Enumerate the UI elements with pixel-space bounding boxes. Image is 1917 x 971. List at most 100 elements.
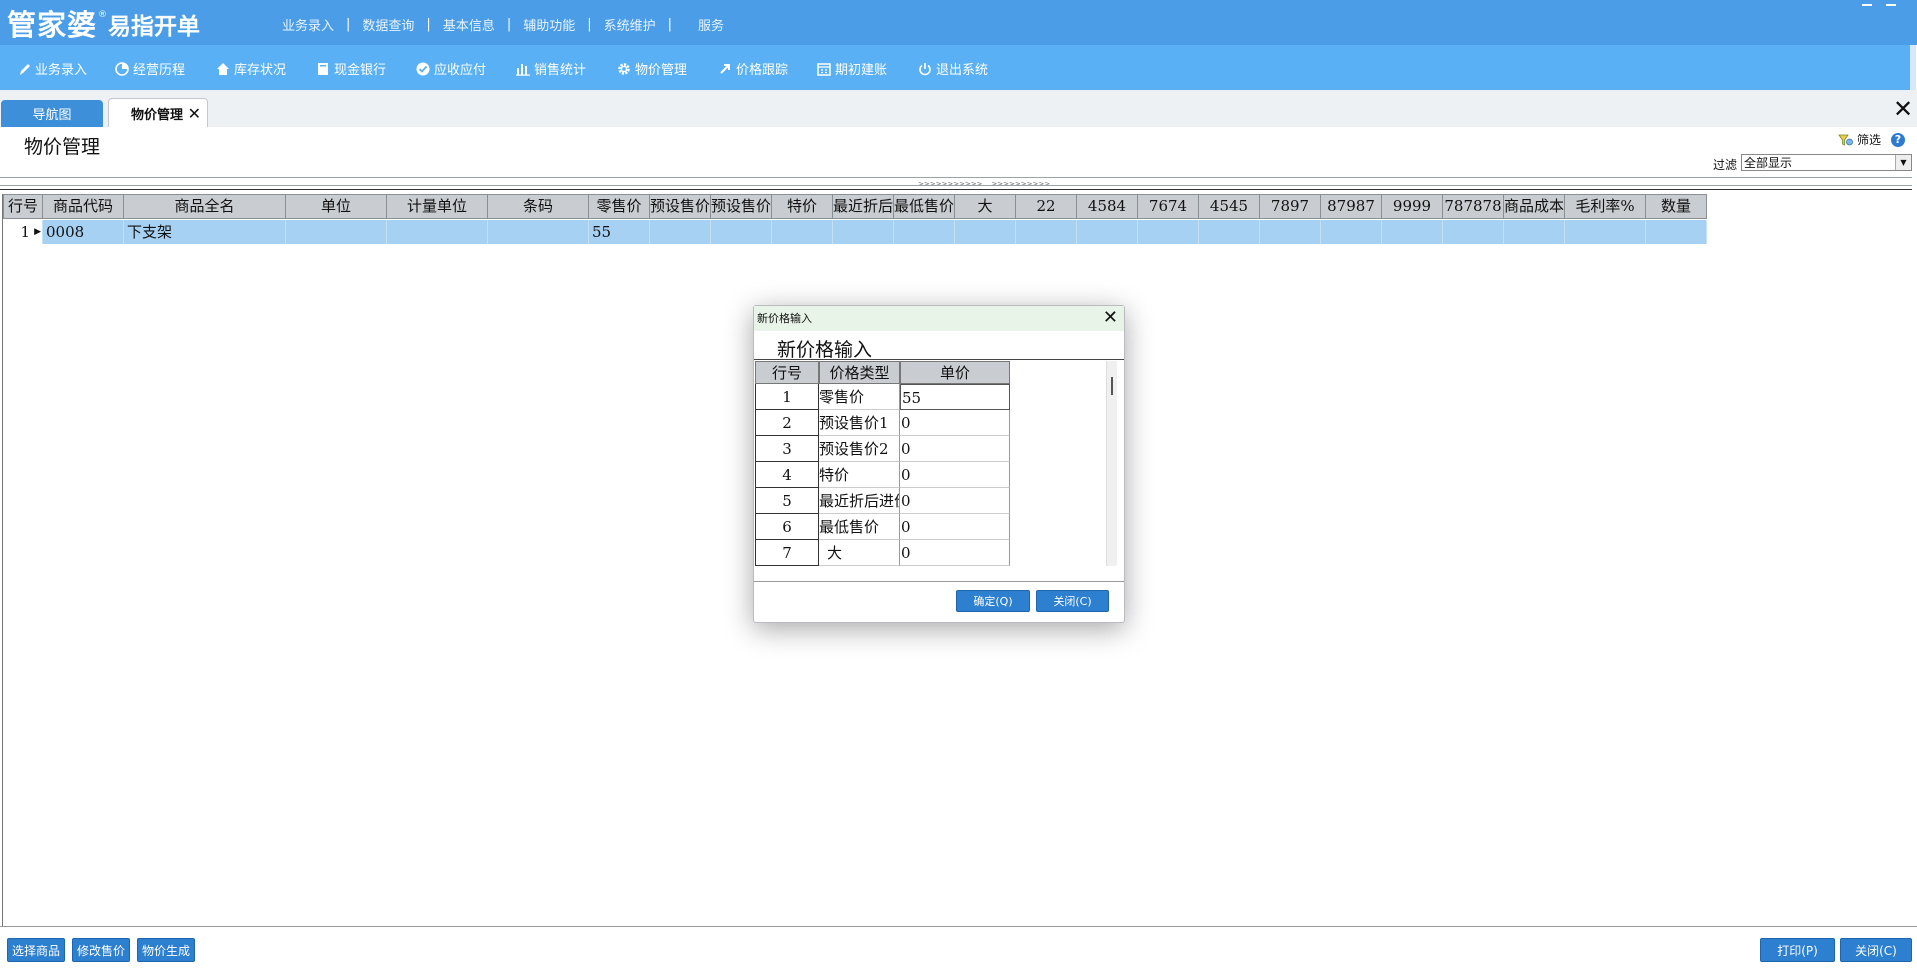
- price-cell: 3: [755, 436, 819, 462]
- close-button[interactable]: 关闭(C): [1840, 938, 1912, 962]
- table-cell[interactable]: [1382, 220, 1443, 244]
- column-header[interactable]: 大: [955, 194, 1016, 219]
- table-cell[interactable]: [650, 220, 711, 244]
- tab-close-icon[interactable]: ✕: [188, 104, 201, 123]
- menu-aux-functions[interactable]: 辅助功能: [511, 15, 587, 34]
- column-header[interactable]: 价格类型: [819, 361, 900, 384]
- chevron-down-icon[interactable]: ▼: [1895, 155, 1911, 170]
- toolbar-receivable-payable[interactable]: 应收应付: [416, 59, 486, 78]
- column-header[interactable]: 行号: [3, 194, 43, 219]
- menu-data-query[interactable]: 数据查询: [350, 15, 426, 34]
- tab-price-management[interactable]: 物价管理 ✕: [108, 98, 208, 127]
- menu-system-maintenance[interactable]: 系统维护: [592, 15, 668, 34]
- column-header[interactable]: 特价: [772, 194, 833, 219]
- maximize-button[interactable]: [1886, 0, 1896, 6]
- table-cell[interactable]: [1138, 220, 1199, 244]
- column-header[interactable]: 预设售价2: [711, 194, 772, 219]
- generate-price-button[interactable]: 物价生成: [137, 938, 195, 962]
- dialog-scrollbar[interactable]: [1106, 361, 1117, 566]
- close-window-icon[interactable]: ✕: [1893, 97, 1913, 121]
- toolbar-cash-bank[interactable]: 现金银行: [316, 59, 386, 78]
- toolbar-inventory-status[interactable]: 库存状况: [216, 59, 286, 78]
- table-cell[interactable]: [1321, 220, 1382, 244]
- table-cell[interactable]: [1443, 220, 1504, 244]
- column-header[interactable]: 行号: [755, 361, 819, 384]
- table-cell[interactable]: [1260, 220, 1321, 244]
- column-header[interactable]: 单位: [286, 194, 387, 219]
- column-header[interactable]: 毛利率%: [1565, 194, 1646, 219]
- table-cell[interactable]: [1565, 220, 1646, 244]
- grid-border: [2, 194, 3, 926]
- column-header[interactable]: 4584: [1077, 194, 1138, 219]
- table-cell[interactable]: 0008: [43, 220, 124, 244]
- tab-navigation[interactable]: 导航图: [1, 100, 103, 127]
- column-header[interactable]: 最低售价: [894, 194, 955, 219]
- table-cell[interactable]: 55: [589, 220, 650, 244]
- price-cell[interactable]: 0: [900, 488, 1010, 514]
- minimize-button[interactable]: [1862, 0, 1872, 6]
- column-header[interactable]: 商品成本价: [1504, 194, 1565, 219]
- menu-basic-info[interactable]: 基本信息: [431, 15, 507, 34]
- column-header[interactable]: 商品代码: [43, 194, 124, 219]
- table-cell[interactable]: [894, 220, 955, 244]
- table-cell[interactable]: [1016, 220, 1077, 244]
- help-icon[interactable]: ?: [1891, 133, 1905, 147]
- column-header[interactable]: 87987: [1321, 194, 1382, 219]
- toolbar-business-entry[interactable]: 业务录入: [18, 59, 87, 78]
- modify-price-button[interactable]: 修改售价: [72, 938, 130, 962]
- table-cell[interactable]: [488, 220, 589, 244]
- table-row[interactable]: 1 ▶ 0008 下支架 55: [3, 220, 1707, 244]
- print-button[interactable]: 打印(P): [1760, 938, 1835, 962]
- column-header[interactable]: 22: [1016, 194, 1077, 219]
- table-cell[interactable]: [1077, 220, 1138, 244]
- dialog-close-icon[interactable]: ✕: [1103, 309, 1118, 327]
- column-header[interactable]: 条码: [488, 194, 589, 219]
- table-cell[interactable]: [387, 220, 488, 244]
- table-cell[interactable]: 下支架: [124, 220, 286, 244]
- column-header[interactable]: 零售价: [589, 194, 650, 219]
- splitter-grip[interactable]: >>>>>>>>>>> >>>>>>>>>>: [918, 180, 1050, 188]
- column-header[interactable]: 单价: [900, 361, 1010, 384]
- table-cell[interactable]: [286, 220, 387, 244]
- table-cell[interactable]: [955, 220, 1016, 244]
- toolbar-exit-system[interactable]: 退出系统: [918, 59, 988, 78]
- toolbar-sales-stats[interactable]: 销售统计: [516, 59, 586, 78]
- filter-button[interactable]: 筛选: [1838, 131, 1881, 148]
- column-header[interactable]: 7674: [1138, 194, 1199, 219]
- column-header[interactable]: 最近折后进价: [833, 194, 894, 219]
- column-header[interactable]: 预设售价1: [650, 194, 711, 219]
- price-cell[interactable]: 0: [900, 462, 1010, 488]
- toolbar-opening-accounts[interactable]: 期初建账: [817, 59, 887, 78]
- toolbar-price-tracking[interactable]: 价格跟踪: [719, 59, 788, 78]
- price-cell[interactable]: 0: [900, 410, 1010, 436]
- toolbar-price-management[interactable]: 物价管理: [617, 59, 687, 78]
- dialog-close-button[interactable]: 关闭(C): [1036, 590, 1109, 612]
- price-cell[interactable]: 0: [900, 436, 1010, 462]
- price-cell[interactable]: 0: [900, 514, 1010, 540]
- filter-select[interactable]: 全部显示 ▼: [1741, 154, 1912, 171]
- table-cell[interactable]: 1 ▶: [3, 220, 43, 244]
- price-cell: 大: [819, 540, 900, 566]
- column-header[interactable]: 商品全名: [124, 194, 286, 219]
- column-header[interactable]: 计量单位: [387, 194, 488, 219]
- toolbar-business-history[interactable]: 经营历程: [115, 59, 185, 78]
- menu-business-entry[interactable]: 业务录入: [270, 15, 346, 34]
- table-cell[interactable]: [1646, 220, 1707, 244]
- scrollbar-thumb[interactable]: [1111, 377, 1113, 395]
- price-cell[interactable]: 0: [900, 540, 1010, 566]
- column-header[interactable]: 7897: [1260, 194, 1321, 219]
- table-cell[interactable]: [772, 220, 833, 244]
- table-cell[interactable]: [711, 220, 772, 244]
- menu-service[interactable]: 服务: [672, 15, 736, 34]
- table-cell[interactable]: [1504, 220, 1565, 244]
- price-cell[interactable]: 55: [900, 384, 1010, 410]
- select-goods-button[interactable]: 选择商品: [7, 938, 65, 962]
- table-cell[interactable]: [1199, 220, 1260, 244]
- column-header[interactable]: 数量: [1646, 194, 1707, 219]
- column-header[interactable]: 787878: [1443, 194, 1504, 219]
- confirm-button[interactable]: 确定(Q): [956, 590, 1030, 612]
- table-cell[interactable]: [833, 220, 894, 244]
- column-header[interactable]: 4545: [1199, 194, 1260, 219]
- divider: [754, 359, 1124, 360]
- column-header[interactable]: 9999: [1382, 194, 1443, 219]
